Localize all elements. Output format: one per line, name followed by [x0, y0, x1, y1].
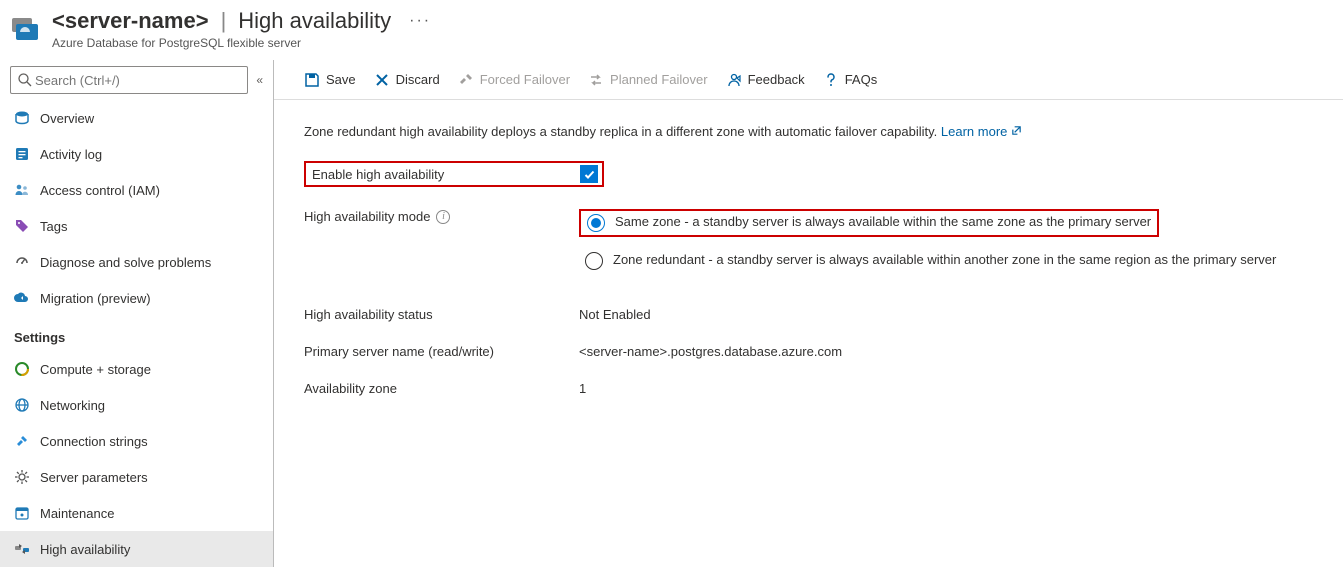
enable-ha-label: Enable high availability [312, 167, 444, 182]
sidebar-item-maintenance[interactable]: Maintenance [0, 495, 273, 531]
page-title: High availability [238, 8, 391, 34]
radio-same-zone-button[interactable] [587, 214, 605, 232]
search-input[interactable] [33, 72, 241, 89]
sidebar-item-label: Compute + storage [40, 362, 151, 377]
planned-failover-label: Planned Failover [610, 72, 708, 87]
sidebar-item-high-availability[interactable]: High availability [0, 531, 273, 567]
sidebar-item-label: Maintenance [40, 506, 114, 521]
planned-failover-icon [588, 72, 604, 88]
feedback-icon [726, 72, 742, 88]
title-divider: | [221, 8, 227, 34]
availability-zone-label: Availability zone [304, 381, 579, 396]
intro-text: Zone redundant high availability deploys… [304, 124, 1313, 139]
sidebar-item-server-parameters[interactable]: Server parameters [0, 459, 273, 495]
resource-icon [10, 12, 42, 44]
external-link-icon [1011, 125, 1022, 136]
collapse-sidebar-button[interactable]: « [256, 73, 263, 87]
ha-mode-label-text: High availability mode [304, 209, 430, 224]
radio-same-zone[interactable]: Same zone - a standby server is always a… [579, 209, 1159, 237]
primary-server-label: Primary server name (read/write) [304, 344, 579, 359]
intro-text-content: Zone redundant high availability deploys… [304, 124, 937, 139]
sidebar-item-diagnose[interactable]: Diagnose and solve problems [0, 244, 273, 280]
sidebar-item-label: Activity log [40, 147, 102, 162]
sidebar-item-activity-log[interactable]: Activity log [0, 136, 273, 172]
availability-zone-value: 1 [579, 381, 1313, 396]
forced-failover-button: Forced Failover [458, 72, 570, 88]
radio-zone-redundant-label: Zone redundant - a standby server is alw… [613, 252, 1276, 267]
sidebar-item-migration[interactable]: Migration (preview) [0, 280, 273, 316]
sidebar: « Overview Activity log Access control (… [0, 60, 273, 567]
planned-failover-button: Planned Failover [588, 72, 708, 88]
faqs-button[interactable]: FAQs [823, 72, 878, 88]
save-button[interactable]: Save [304, 72, 356, 88]
search-icon [17, 72, 33, 88]
sidebar-item-label: Access control (IAM) [40, 183, 160, 198]
compute-storage-icon [14, 361, 30, 377]
sidebar-item-compute-storage[interactable]: Compute + storage [0, 351, 273, 387]
sidebar-item-networking[interactable]: Networking [0, 387, 273, 423]
high-availability-icon [14, 541, 30, 557]
learn-more-label: Learn more [941, 124, 1007, 139]
access-control-icon [14, 182, 30, 198]
sidebar-item-label: Diagnose and solve problems [40, 255, 211, 270]
save-icon [304, 72, 320, 88]
sidebar-item-label: High availability [40, 542, 130, 557]
activity-log-icon [14, 146, 30, 162]
sidebar-item-label: Connection strings [40, 434, 148, 449]
sidebar-section-settings: Settings [0, 316, 273, 351]
diagnose-icon [14, 254, 30, 270]
feedback-label: Feedback [748, 72, 805, 87]
content-pane: Save Discard Forced Failover Planned Fai… [273, 60, 1343, 567]
more-actions-button[interactable]: ··· [409, 12, 431, 30]
check-icon [583, 168, 596, 181]
info-icon[interactable]: i [436, 210, 450, 224]
maintenance-icon [14, 505, 30, 521]
server-name: <server-name> [52, 8, 209, 34]
server-parameters-icon [14, 469, 30, 485]
migration-icon [14, 290, 30, 306]
radio-same-zone-label: Same zone - a standby server is always a… [615, 214, 1151, 229]
save-label: Save [326, 72, 356, 87]
connection-strings-icon [14, 433, 30, 449]
enable-ha-row: Enable high availability [304, 161, 604, 187]
forced-failover-icon [458, 72, 474, 88]
sidebar-item-label: Networking [40, 398, 105, 413]
tags-icon [14, 218, 30, 234]
networking-icon [14, 397, 30, 413]
sidebar-item-label: Overview [40, 111, 94, 126]
sidebar-item-overview[interactable]: Overview [0, 100, 273, 136]
ha-status-label: High availability status [304, 307, 579, 322]
sidebar-item-connection-strings[interactable]: Connection strings [0, 423, 273, 459]
ha-mode-label: High availability mode i [304, 209, 579, 224]
discard-button[interactable]: Discard [374, 72, 440, 88]
page-header: <server-name> | High availability ··· Az… [0, 0, 1343, 60]
resource-type-label: Azure Database for PostgreSQL flexible s… [52, 36, 431, 50]
forced-failover-label: Forced Failover [480, 72, 570, 87]
sidebar-item-tags[interactable]: Tags [0, 208, 273, 244]
faqs-label: FAQs [845, 72, 878, 87]
feedback-button[interactable]: Feedback [726, 72, 805, 88]
sidebar-item-label: Server parameters [40, 470, 148, 485]
toolbar: Save Discard Forced Failover Planned Fai… [274, 60, 1343, 100]
primary-server-value: <server-name>.postgres.database.azure.co… [579, 344, 1313, 359]
enable-ha-checkbox[interactable] [580, 165, 598, 183]
discard-label: Discard [396, 72, 440, 87]
search-box[interactable] [10, 66, 248, 94]
discard-icon [374, 72, 390, 88]
radio-zone-redundant-button[interactable] [585, 252, 603, 270]
overview-icon [14, 110, 30, 126]
ha-status-value: Not Enabled [579, 307, 1313, 322]
sidebar-item-label: Migration (preview) [40, 291, 151, 306]
sidebar-item-access-control[interactable]: Access control (IAM) [0, 172, 273, 208]
faqs-icon [823, 72, 839, 88]
sidebar-item-label: Tags [40, 219, 67, 234]
radio-zone-redundant[interactable]: Zone redundant - a standby server is alw… [579, 249, 1313, 273]
learn-more-link[interactable]: Learn more [941, 124, 1022, 139]
